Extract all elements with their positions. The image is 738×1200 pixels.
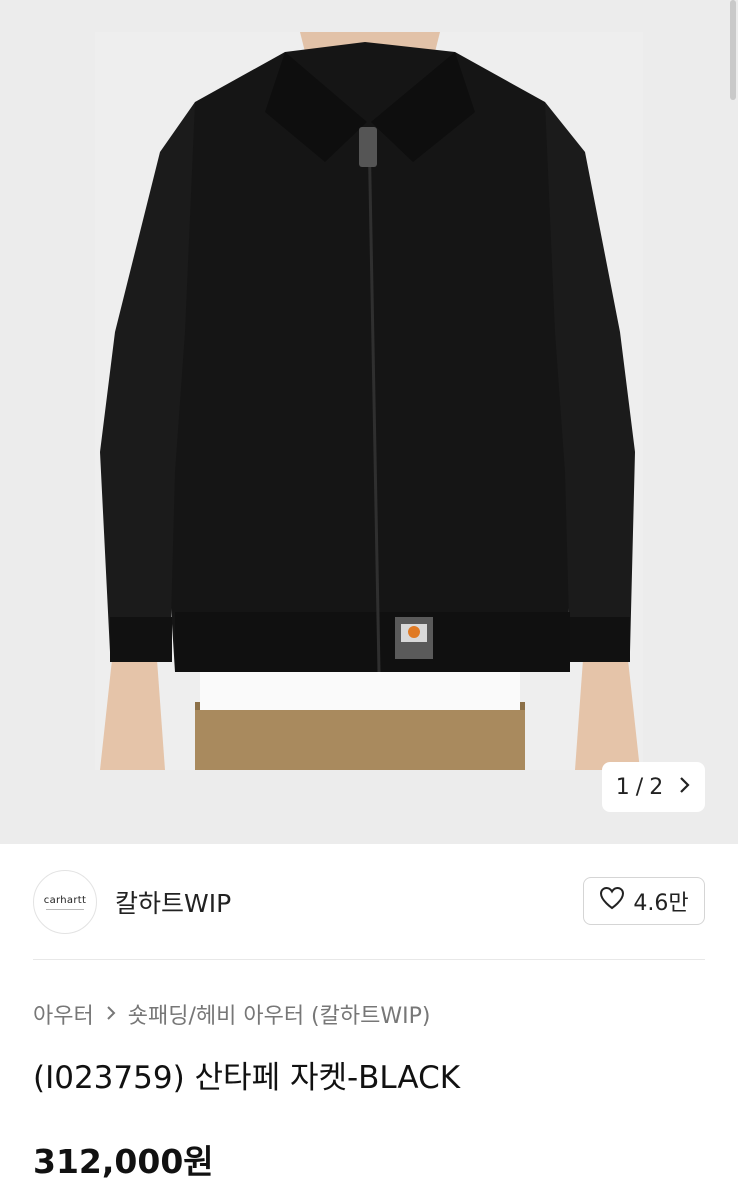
- product-price: 312,000원: [33, 1142, 214, 1181]
- breadcrumb-subcategory[interactable]: 숏패딩/헤비 아우터 (칼하트WIP): [128, 998, 431, 1030]
- logo-divider: [46, 908, 84, 910]
- divider: [33, 959, 705, 960]
- scrollbar[interactable]: [730, 0, 736, 100]
- brand-logo[interactable]: carhartt: [33, 870, 97, 934]
- image-counter[interactable]: 1 / 2: [602, 762, 705, 812]
- brand-name[interactable]: 칼하트WIP: [115, 884, 231, 920]
- product-image-gallery[interactable]: 1 / 2: [0, 0, 738, 844]
- product-photo: [95, 32, 643, 770]
- image-counter-separator: /: [635, 774, 644, 800]
- product-title: (I023759) 산타페 자켓-BLACK: [33, 1060, 461, 1096]
- image-counter-total: 2: [649, 774, 664, 800]
- chevron-right-icon[interactable]: [679, 775, 691, 800]
- like-button[interactable]: 4.6만: [583, 877, 705, 925]
- brand-logo-wordmark: carhartt: [43, 894, 87, 906]
- brand-row: carhartt 칼하트WIP 4.6만: [33, 870, 705, 934]
- breadcrumb: 아우터 숏패딩/헤비 아우터 (칼하트WIP): [33, 998, 430, 1030]
- breadcrumb-category[interactable]: 아우터: [33, 998, 94, 1030]
- like-count: 4.6만: [633, 891, 689, 916]
- heart-outline-icon: [599, 886, 625, 916]
- image-counter-current: 1: [615, 774, 630, 800]
- chevron-right-icon: [106, 1002, 116, 1026]
